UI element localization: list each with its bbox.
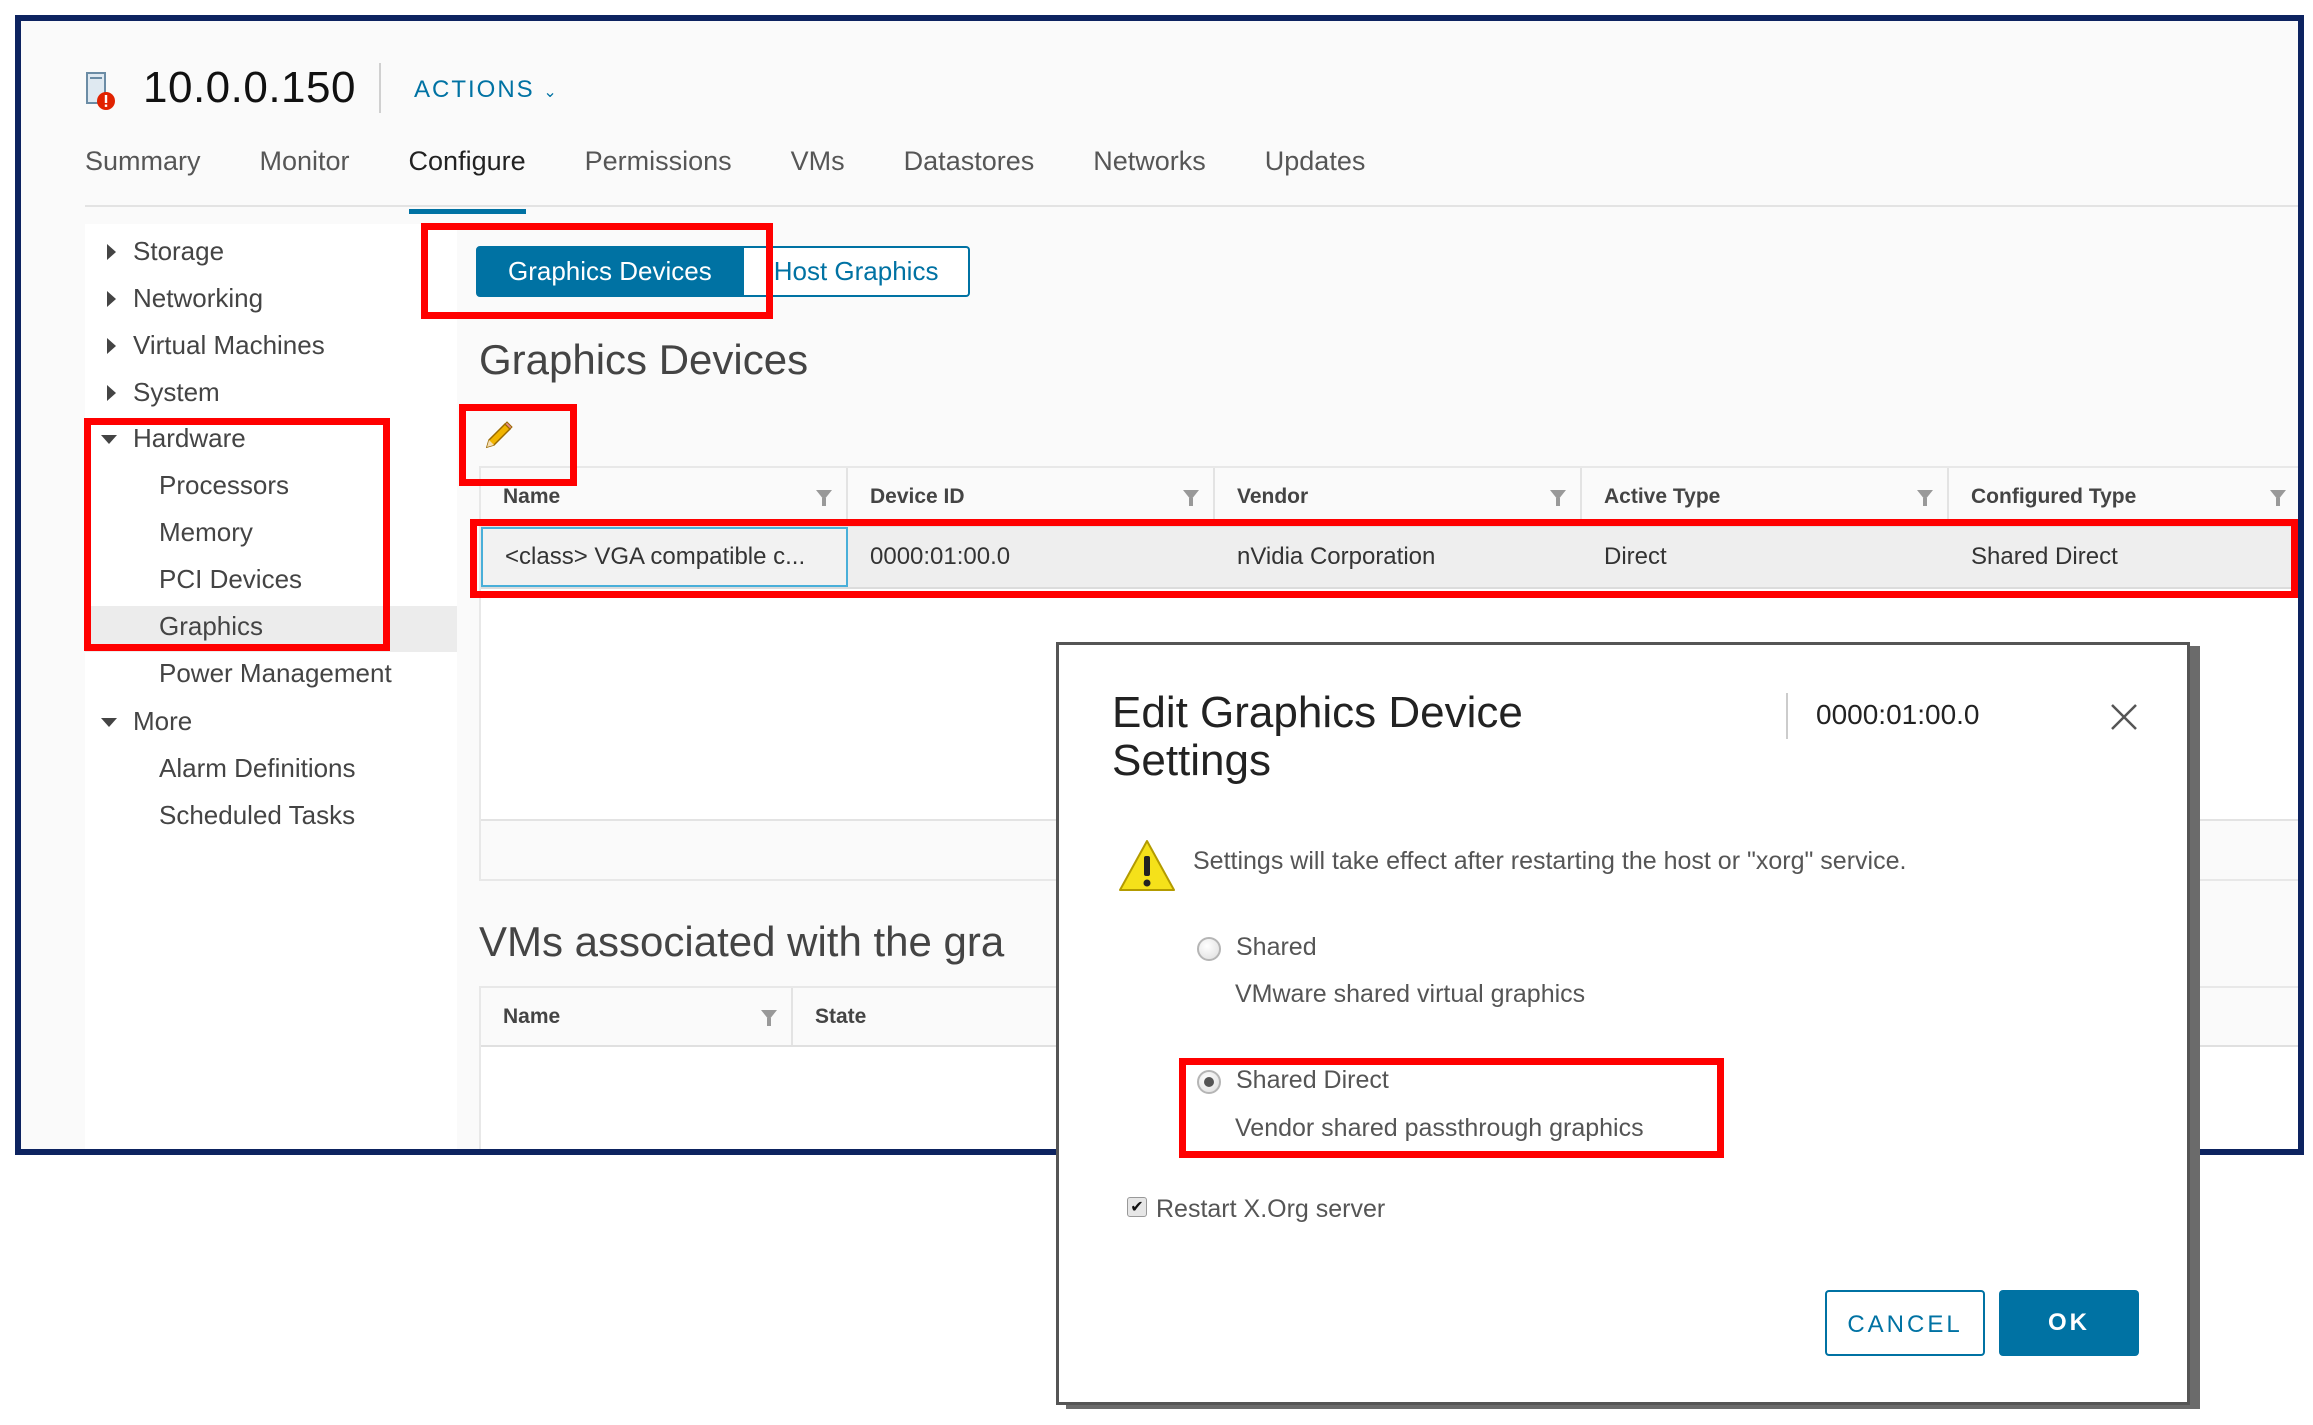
sidebar-selection-bg (85, 606, 457, 652)
column-header-name[interactable]: Name (481, 988, 793, 1045)
host-title: 10.0.0.150 (143, 63, 356, 112)
caret-down-icon[interactable] (101, 435, 117, 444)
main-tabs: Summary Monitor Configure Permissions VM… (85, 146, 1424, 214)
sidebar-item-system[interactable]: System (133, 377, 220, 408)
vms-associated-title: VMs associated with the gra (479, 918, 1005, 965)
configure-sidebar (85, 224, 457, 1149)
graphics-view-toggle: Graphics Devices Host Graphics (476, 246, 971, 297)
shared-option-label[interactable]: Shared (1236, 933, 1317, 962)
header-divider (379, 63, 381, 113)
sidebar-item-pci-devices[interactable]: PCI Devices (159, 564, 302, 595)
warning-message: Settings will take effect after restarti… (1193, 847, 1907, 875)
column-label: State (815, 1005, 867, 1028)
column-label: Name (503, 485, 561, 508)
cell-active-type: Direct (1604, 543, 1667, 570)
sidebar-item-processors[interactable]: Processors (159, 470, 289, 501)
column-label: Configured Type (1971, 485, 2137, 508)
actions-menu-button[interactable]: ACTIONS ⌄ (414, 76, 559, 104)
shared-option-description: VMware shared virtual graphics (1235, 980, 1586, 1008)
edit-graphics-device-dialog: Edit Graphics Device Settings 0000:01:00… (1056, 642, 2190, 1405)
dialog-header-divider (1786, 693, 1788, 739)
cell-configured-type: Shared Direct (1971, 543, 2118, 570)
filter-icon[interactable] (816, 490, 832, 506)
sidebar-item-graphics[interactable]: Graphics (159, 611, 263, 642)
filter-icon[interactable] (1550, 490, 1566, 506)
sidebar-item-memory[interactable]: Memory (159, 517, 253, 548)
shared-radio[interactable] (1197, 937, 1221, 961)
dialog-title: Edit Graphics Device Settings (1112, 688, 1523, 785)
sidebar-item-networking[interactable]: Networking (133, 283, 263, 314)
filter-icon[interactable] (1917, 490, 1933, 506)
sidebar-item-storage[interactable]: Storage (133, 236, 224, 267)
host-graphics-tab-button[interactable]: Host Graphics (743, 246, 971, 297)
column-header-configured-type[interactable]: Configured Type (1949, 468, 2298, 525)
cell-vendor: nVidia Corporation (1237, 543, 1436, 570)
warning-icon (1119, 840, 1175, 891)
sidebar-item-more[interactable]: More (133, 706, 192, 737)
caret-right-icon[interactable] (107, 385, 116, 401)
sidebar-item-scheduled-tasks[interactable]: Scheduled Tasks (159, 800, 355, 831)
caret-right-icon[interactable] (107, 338, 116, 354)
tab-updates[interactable]: Updates (1265, 146, 1366, 206)
host-warning-icon (86, 72, 115, 110)
graphics-devices-tab-button[interactable]: Graphics Devices (476, 246, 744, 297)
sidebar-item-alarm-definitions[interactable]: Alarm Definitions (159, 753, 356, 784)
tab-networks[interactable]: Networks (1093, 146, 1206, 206)
column-label: Name (503, 1005, 561, 1028)
tabs-divider (85, 205, 2298, 207)
column-header-active-type[interactable]: Active Type (1582, 468, 1949, 525)
chevron-down-icon: ⌄ (543, 84, 559, 101)
tab-configure[interactable]: Configure (408, 146, 526, 214)
sidebar-item-virtual-machines[interactable]: Virtual Machines (133, 330, 325, 361)
cell-name[interactable]: <class> VGA compatible c... (481, 527, 848, 587)
grid-header: Name Device ID Vendor Active Type Config… (481, 468, 2298, 527)
column-header-vendor[interactable]: Vendor (1215, 468, 1582, 525)
tab-datastores[interactable]: Datastores (904, 146, 1035, 206)
column-header-device-id[interactable]: Device ID (848, 468, 1215, 525)
caret-right-icon[interactable] (107, 291, 116, 307)
cell-device-id: 0000:01:00.0 (870, 543, 1011, 570)
shared-direct-option-label[interactable]: Shared Direct (1236, 1066, 1389, 1095)
actions-label: ACTIONS (414, 76, 535, 103)
column-label: Active Type (1604, 485, 1721, 508)
pencil-icon[interactable] (483, 419, 515, 451)
column-label: Device ID (870, 485, 965, 508)
cancel-button[interactable]: CANCEL (1825, 1290, 1985, 1356)
shared-direct-option-description: Vendor shared passthrough graphics (1235, 1114, 1644, 1142)
sidebar-item-hardware[interactable]: Hardware (133, 423, 246, 454)
filter-icon[interactable] (2270, 490, 2286, 506)
filter-icon[interactable] (1183, 490, 1199, 506)
filter-icon[interactable] (761, 1010, 777, 1026)
caret-down-icon[interactable] (101, 718, 117, 727)
table-row[interactable]: <class> VGA compatible c... 0000:01:00.0… (481, 527, 2298, 589)
tab-monitor[interactable]: Monitor (260, 146, 350, 206)
caret-right-icon[interactable] (107, 244, 116, 260)
column-header-name[interactable]: Name (481, 468, 848, 525)
tab-permissions[interactable]: Permissions (585, 146, 732, 206)
close-icon[interactable] (2106, 699, 2142, 735)
column-label: Vendor (1237, 485, 1309, 508)
shared-direct-radio[interactable] (1197, 1070, 1221, 1094)
tab-vms[interactable]: VMs (791, 146, 845, 206)
sidebar-item-power-management[interactable]: Power Management (159, 658, 392, 689)
graphics-devices-title: Graphics Devices (479, 336, 809, 383)
ok-button[interactable]: OK (1999, 1290, 2139, 1356)
dialog-device-id: 0000:01:00.0 (1816, 699, 1980, 730)
restart-xorg-checkbox[interactable]: ✔ (1127, 1197, 1147, 1217)
tab-summary[interactable]: Summary (85, 146, 201, 206)
restart-xorg-label[interactable]: Restart X.Org server (1156, 1195, 1385, 1224)
